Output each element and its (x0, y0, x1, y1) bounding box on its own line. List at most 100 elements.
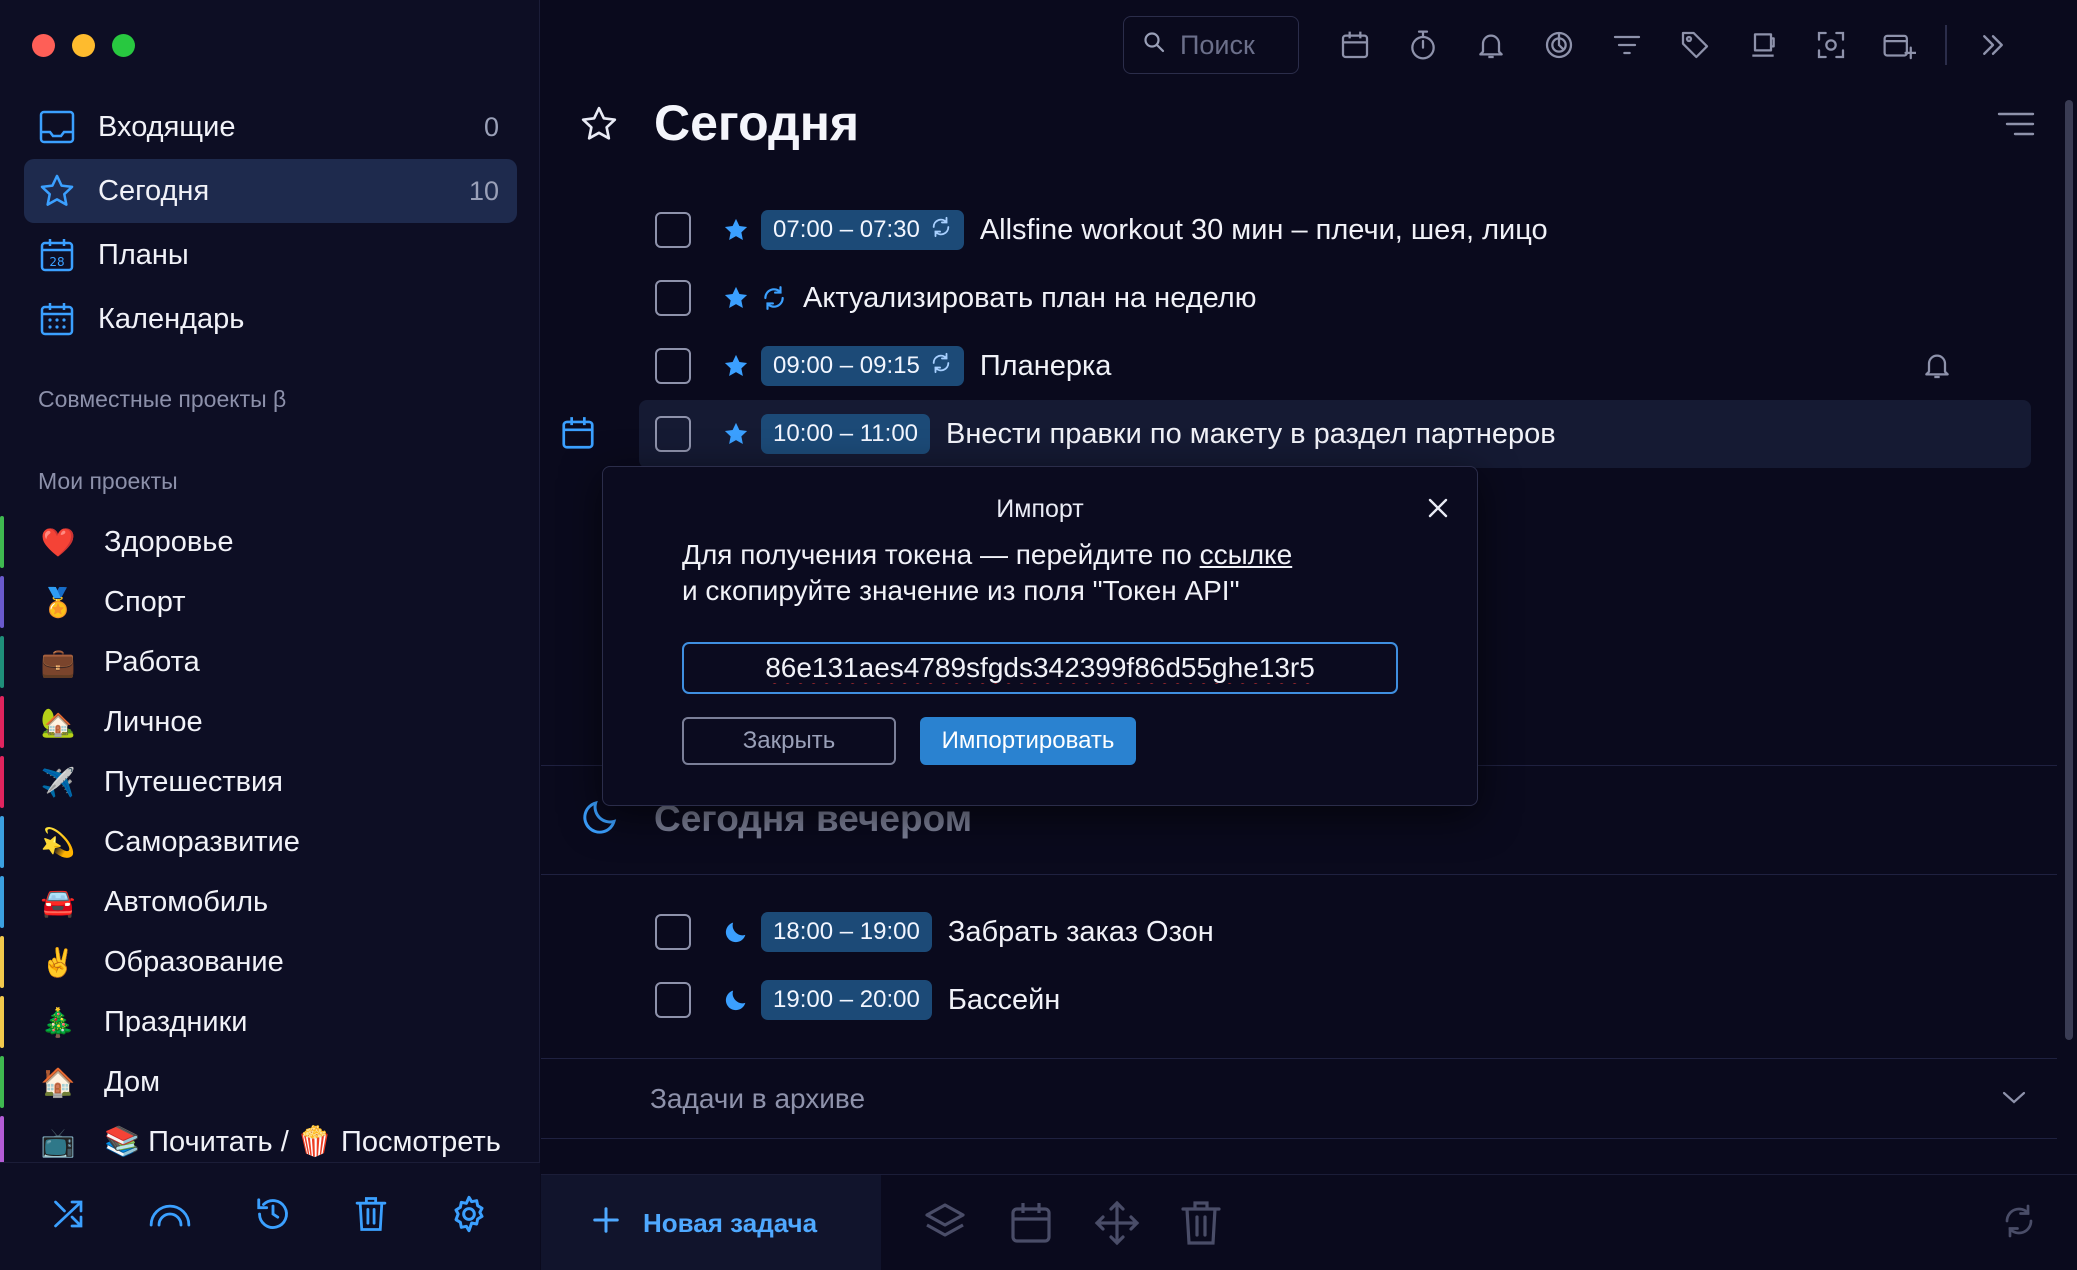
close-icon[interactable] (1427, 497, 1449, 524)
project-item-sport[interactable]: 🏅 Спорт (0, 572, 540, 632)
sidebar-footer (0, 1162, 540, 1270)
project-item-personal[interactable]: 🏡 Личное (0, 692, 540, 752)
star-filled-icon (722, 284, 750, 317)
reminder-bell-icon[interactable] (1921, 348, 1953, 387)
trash-icon[interactable] (354, 1195, 388, 1238)
search-box[interactable]: Поиск (1123, 16, 1299, 74)
medal-icon: 🏅 (40, 585, 76, 619)
time-chip-label: 07:00 – 07:30 (773, 216, 920, 243)
project-label: Здоровье (104, 525, 234, 558)
task-item[interactable]: Актуализировать план на неделю (541, 264, 2031, 332)
task-title: Внести правки по макету в раздел партнер… (946, 417, 1556, 450)
gauge-icon[interactable] (148, 1196, 192, 1237)
sidebar-item-inbox[interactable]: Входящие 0 (24, 95, 517, 159)
time-chip[interactable]: 18:00 – 19:00 (761, 912, 932, 952)
task-item[interactable]: 07:00 – 07:30 Allsfine workout 30 мин – … (541, 196, 2031, 264)
bell-icon[interactable] (1457, 16, 1525, 74)
dialog-instructions: Для получения токена — перейдите по ссыл… (682, 537, 1292, 609)
sync-icon[interactable] (2001, 1203, 2037, 1244)
token-link[interactable]: ссылке (1200, 539, 1293, 570)
trash-icon[interactable] (1179, 1199, 1223, 1252)
instructions-line-2: и скопируйте значение из поля "Токен API… (682, 575, 1240, 606)
screenshot-icon[interactable] (1797, 16, 1865, 74)
chevrons-right-icon[interactable] (1959, 16, 2027, 74)
calendar-icon[interactable] (559, 414, 597, 457)
my-projects-heading[interactable]: Мои проекты (38, 468, 178, 495)
toolbar: Поиск (1123, 16, 2027, 74)
tag-icon[interactable] (1661, 16, 1729, 74)
shared-projects-heading[interactable]: Совместные проекты β (38, 386, 286, 413)
time-chip[interactable]: 07:00 – 07:30 (761, 210, 964, 250)
task-checkbox[interactable] (655, 416, 691, 452)
project-color-bar (0, 696, 4, 748)
chevron-down-icon[interactable] (2001, 1088, 2027, 1113)
task-item[interactable]: 19:00 – 20:00 Бассейн (541, 966, 2031, 1034)
project-item-holidays[interactable]: 🎄 Праздники (0, 992, 540, 1052)
minimize-window-button[interactable] (72, 34, 95, 57)
sidebar-item-today[interactable]: Сегодня 10 (24, 159, 517, 223)
sidebar-item-calendar[interactable]: Календарь (24, 287, 517, 351)
star-filled-icon (722, 420, 750, 453)
time-chip[interactable]: 10:00 – 11:00 (761, 414, 931, 454)
project-color-bar (0, 876, 4, 928)
project-item-car[interactable]: 🚘 Автомобиль (0, 872, 540, 932)
moon-filled-icon (722, 986, 750, 1019)
add-window-icon[interactable] (1865, 16, 1933, 74)
new-task-button[interactable]: Новая задача (541, 1175, 881, 1270)
shuffle-icon[interactable] (51, 1196, 87, 1237)
sort-icon[interactable] (1997, 110, 2035, 145)
close-window-button[interactable] (32, 34, 55, 57)
search-placeholder: Поиск (1180, 29, 1255, 60)
project-item-health[interactable]: ❤️ Здоровье (0, 512, 540, 572)
today-task-list: 07:00 – 07:30 Allsfine workout 30 мин – … (541, 196, 2031, 468)
close-button[interactable]: Закрыть (682, 717, 896, 765)
calendar-icon[interactable] (1321, 16, 1389, 74)
plus-icon (591, 1205, 621, 1242)
filter-icon[interactable] (1593, 16, 1661, 74)
sidebar-item-plans[interactable]: 28 Планы (24, 223, 517, 287)
project-label: Спорт (104, 585, 186, 618)
task-item[interactable]: 09:00 – 09:15 Планерка (541, 332, 2031, 400)
task-checkbox[interactable] (655, 982, 691, 1018)
scrollbar[interactable] (2065, 100, 2073, 1040)
project-item-education[interactable]: ✌️ Образование (0, 932, 540, 992)
project-item-home[interactable]: 🏠 Дом (0, 1052, 540, 1112)
dialog-title: Импорт (996, 495, 1084, 523)
history-icon[interactable] (254, 1195, 292, 1238)
project-color-bar (0, 1116, 4, 1168)
layers-icon[interactable] (921, 1199, 969, 1252)
task-content: 07:00 – 07:30 Allsfine workout 30 мин – … (761, 210, 1548, 250)
gear-icon[interactable] (449, 1194, 489, 1239)
import-button[interactable]: Импортировать (920, 717, 1136, 765)
task-checkbox[interactable] (655, 212, 691, 248)
task-checkbox[interactable] (655, 280, 691, 316)
focus-timer-icon[interactable] (1525, 16, 1593, 74)
repeat-icon (761, 285, 787, 311)
task-checkbox[interactable] (655, 914, 691, 950)
stopwatch-icon[interactable] (1389, 16, 1457, 74)
repeat-icon (930, 216, 952, 245)
task-checkbox[interactable] (655, 348, 691, 384)
project-color-bar (0, 1056, 4, 1108)
section-divider (541, 1138, 2057, 1139)
main-footer: Новая задача (541, 1174, 2077, 1270)
task-item-selected[interactable]: 10:00 – 11:00 Внести правки по макету в … (562, 400, 2031, 468)
archive-toggle[interactable]: Задачи в архиве (650, 1083, 865, 1115)
project-item-travel[interactable]: ✈️ Путешествия (0, 752, 540, 812)
calendar-icon[interactable] (1007, 1199, 1055, 1252)
move-icon[interactable] (1093, 1199, 1141, 1252)
section-divider (541, 1058, 2057, 1059)
inbox-icon (38, 108, 76, 146)
zoom-window-button[interactable] (112, 34, 135, 57)
tv-icon: 📺 (40, 1125, 76, 1159)
project-item-work[interactable]: 💼 Работа (0, 632, 540, 692)
project-item-selfdev[interactable]: 💫 Саморазвитие (0, 812, 540, 872)
time-chip[interactable]: 09:00 – 09:15 (761, 346, 964, 386)
time-chip[interactable]: 19:00 – 20:00 (761, 980, 932, 1020)
task-title: Актуализировать план на неделю (803, 281, 1257, 314)
mug-icon[interactable] (1729, 16, 1797, 74)
evening-task-list: 18:00 – 19:00 Забрать заказ Озон 19:00 –… (541, 898, 2031, 1034)
task-title: Allsfine workout 30 мин – плечи, шея, ли… (979, 213, 1548, 246)
task-item[interactable]: 18:00 – 19:00 Забрать заказ Озон (541, 898, 2031, 966)
api-token-input[interactable] (682, 642, 1398, 694)
